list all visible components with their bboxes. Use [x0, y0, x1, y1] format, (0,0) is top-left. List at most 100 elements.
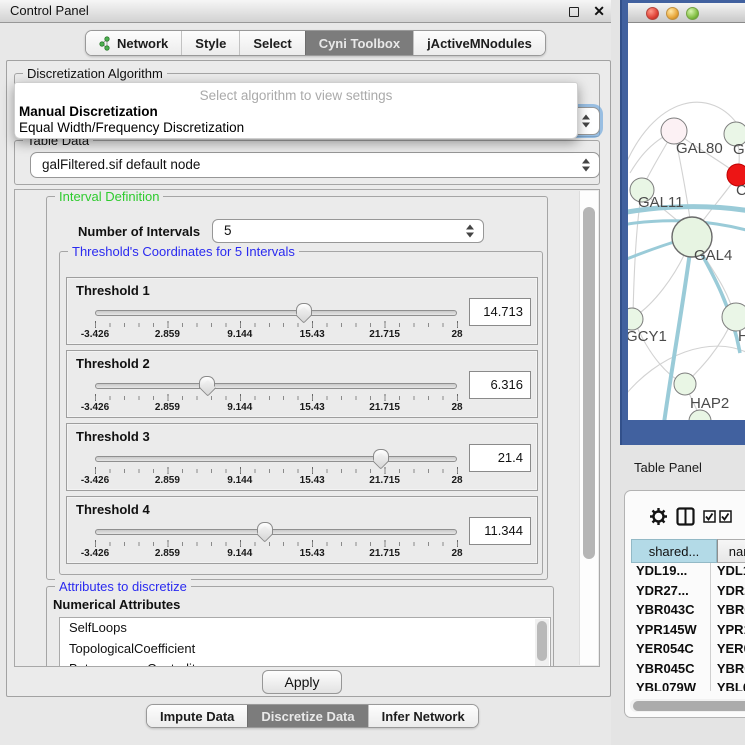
node-h	[722, 303, 745, 331]
cell-name[interactable]: YBL0	[711, 680, 745, 691]
tab-label: Cyni Toolbox	[319, 36, 400, 51]
threshold-value-field[interactable]: 14.713	[469, 298, 531, 326]
cell-name[interactable]: YBR0	[711, 602, 745, 622]
cell-shared-name[interactable]: YDL19...	[631, 563, 711, 583]
network-graph: GAL80 G C GAL11 GAL4 GCY1 H HAP2	[628, 23, 745, 420]
slider-track[interactable]	[95, 529, 457, 535]
cell-shared-name[interactable]: YBL079W	[631, 680, 711, 691]
slider-scale-label: 28	[451, 402, 462, 413]
tab-style[interactable]: Style	[181, 31, 239, 55]
cell-shared-name[interactable]: YPR145W	[631, 622, 711, 642]
cell-name[interactable]: YDL1	[711, 563, 745, 583]
control-panel: Control Panel ✕ NetworkStyleSelectCyni T…	[0, 0, 617, 745]
tab-discretize-data[interactable]: Discretize Data	[247, 705, 367, 727]
dropdown-option[interactable]: Manual Discretization	[15, 104, 577, 120]
dropdown-option[interactable]: Equal Width/Frequency Discretization	[15, 120, 577, 136]
slider-scale-label: 9.144	[227, 329, 252, 340]
tab-infer-network[interactable]: Infer Network	[368, 705, 478, 727]
slider-scale-label: -3.426	[81, 475, 109, 486]
gear-icon[interactable]	[649, 507, 668, 526]
cell-shared-name[interactable]: YER054C	[631, 641, 711, 661]
scrollbar-thumb[interactable]	[537, 621, 547, 661]
slider-scale-label: 21.715	[369, 548, 400, 559]
threshold-value-field[interactable]: 21.4	[469, 444, 531, 472]
network-canvas[interactable]: GAL80 G C GAL11 GAL4 GCY1 H HAP2	[628, 23, 745, 420]
number-of-intervals-combobox[interactable]: 5	[212, 219, 484, 243]
threshold-value-field[interactable]: 11.344	[469, 517, 531, 545]
attribute-list-item[interactable]: SelfLoops	[60, 618, 550, 639]
slider-thumb[interactable]	[296, 303, 312, 321]
tab-select[interactable]: Select	[239, 31, 304, 55]
apply-button[interactable]: Apply	[262, 670, 342, 694]
slider-thumb[interactable]	[373, 449, 389, 467]
slider-thumb[interactable]	[199, 376, 215, 394]
slider-thumb[interactable]	[257, 522, 273, 540]
cell-shared-name[interactable]: YBR043C	[631, 602, 711, 622]
table-rows: YDL19...YDL1YDR27...YDR2YBR043CYBR0YPR14…	[631, 563, 745, 691]
cell-name[interactable]: YDR2	[711, 583, 745, 603]
column-header-name[interactable]: name	[717, 539, 745, 563]
zoom-traffic-light-icon[interactable]	[686, 7, 699, 20]
slider-scale-label: 21.715	[369, 402, 400, 413]
slider-scale-label: 2.859	[155, 329, 180, 340]
scrollbar-thumb[interactable]	[633, 701, 745, 711]
tab-label: Discretize Data	[261, 709, 354, 724]
list-scrollbar[interactable]	[535, 619, 549, 667]
table-row[interactable]: YDR27...YDR2	[631, 583, 745, 603]
numerical-attributes-list[interactable]: SelfLoopsTopologicalCoefficientBetweenne…	[59, 617, 551, 667]
slider-minor-ticks	[95, 542, 458, 546]
cell-name[interactable]: YPR1	[711, 622, 745, 642]
checkbox-icons[interactable]	[703, 510, 733, 523]
cell-shared-name[interactable]: YDR27...	[631, 583, 711, 603]
attribute-list-item[interactable]: BetweennessCentrality	[60, 659, 550, 667]
tab-impute-data[interactable]: Impute Data	[147, 705, 247, 727]
table-data-combobox[interactable]: galFiltered.sif default node	[30, 152, 600, 178]
cell-name[interactable]: YER0	[711, 641, 745, 661]
table-data-group: Table Data galFiltered.sif default node	[14, 140, 600, 185]
tab-label: jActiveMNodules	[427, 36, 532, 51]
tab-network[interactable]: Network	[86, 31, 181, 55]
tab-jactivemnodules[interactable]: jActiveMNodules	[413, 31, 545, 55]
cell-shared-name[interactable]: YBR045C	[631, 661, 711, 681]
attributes-group-label: Attributes to discretize	[55, 579, 191, 594]
table-panel: shared... name YDL19...YDL1YDR27...YDR2Y…	[624, 490, 745, 718]
table-row[interactable]: YER054CYER0	[631, 641, 745, 661]
node-label: H	[738, 328, 745, 345]
slider-scale-label: 15.43	[300, 475, 325, 486]
horizontal-scrollbar[interactable]	[630, 699, 745, 712]
slider-scale-label: 9.144	[227, 402, 252, 413]
slider-scale-label: 28	[451, 475, 462, 486]
attribute-list-item[interactable]: TopologicalCoefficient	[60, 639, 550, 660]
threshold-value-field[interactable]: 6.316	[469, 371, 531, 399]
slider-track[interactable]	[95, 310, 457, 316]
float-window-icon[interactable]	[569, 7, 579, 17]
close-traffic-light-icon[interactable]	[646, 7, 659, 20]
tab-cyni-toolbox[interactable]: Cyni Toolbox	[305, 31, 413, 55]
table-row[interactable]: YDL19...YDL1	[631, 563, 745, 583]
scrollbar-thumb[interactable]	[583, 207, 595, 559]
combo-stepper-icon	[466, 225, 474, 238]
threshold-panel: Threshold 4-3.4262.8599.14415.4321.71528…	[66, 496, 538, 564]
threshold-panel: Threshold 3-3.4262.8599.14415.4321.71528…	[66, 423, 538, 491]
combo-stepper-icon	[582, 159, 590, 172]
slider-track[interactable]	[95, 456, 457, 462]
close-icon[interactable]: ✕	[593, 2, 605, 21]
interval-definition-label: Interval Definition	[55, 189, 163, 204]
column-header-shared[interactable]: shared...	[631, 539, 717, 563]
table-row[interactable]: YBL079WYBL0	[631, 680, 745, 691]
dropdown-prompt-item[interactable]: Select algorithm to view settings	[15, 83, 577, 104]
combo-stepper-icon	[582, 115, 590, 128]
minimize-traffic-light-icon[interactable]	[666, 7, 679, 20]
tab-label: Style	[195, 36, 226, 51]
table-panel-title: Table Panel	[634, 460, 702, 475]
slider-track[interactable]	[95, 383, 457, 389]
table-row[interactable]: YPR145WYPR1	[631, 622, 745, 642]
threshold-panel: Threshold 2-3.4262.8599.14415.4321.71528…	[66, 350, 538, 418]
slider-minor-ticks	[95, 469, 458, 473]
cell-name[interactable]: YBR0	[711, 661, 745, 681]
table-row[interactable]: YBR045CYBR0	[631, 661, 745, 681]
vertical-scrollbar[interactable]	[579, 191, 598, 665]
split-columns-icon[interactable]	[676, 507, 695, 526]
table-row[interactable]: YBR043CYBR0	[631, 602, 745, 622]
thresholds-group-label: Threshold's Coordinates for 5 Intervals	[68, 244, 299, 259]
